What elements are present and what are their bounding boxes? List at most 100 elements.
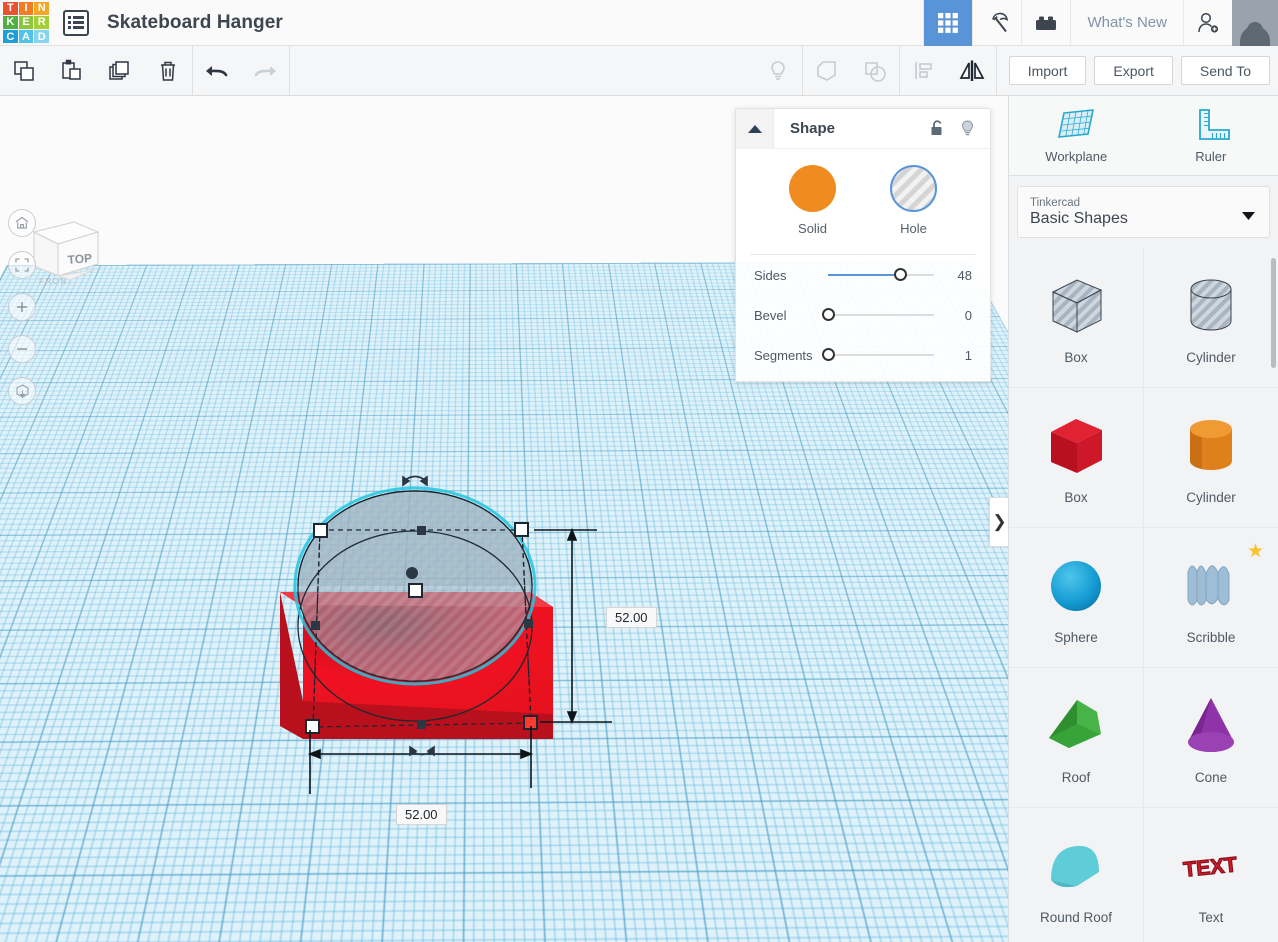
roof-thumb — [1049, 700, 1101, 748]
redo-icon[interactable] — [241, 46, 289, 95]
grid-apps-icon[interactable] — [923, 0, 973, 46]
chevron-down-icon[interactable] — [1242, 208, 1255, 226]
shape-round-roof[interactable]: Round Roof — [1009, 808, 1144, 942]
lego-brick-icon[interactable] — [1021, 0, 1070, 46]
bevel-slider-knob[interactable] — [822, 308, 835, 321]
whats-new-link[interactable]: What's New — [1070, 0, 1183, 46]
delete-trash-icon[interactable] — [144, 46, 192, 95]
shape-box-red[interactable]: Box — [1009, 388, 1144, 528]
shape-mode-group: Solid Hole — [736, 165, 990, 236]
round-roof-thumb — [1051, 845, 1099, 888]
group-icon[interactable] — [803, 46, 851, 95]
ungroup-icon[interactable] — [851, 46, 899, 95]
hole-swatch[interactable] — [890, 165, 937, 212]
home-view-icon[interactable] — [8, 209, 36, 237]
sides-slider-knob[interactable] — [894, 268, 908, 281]
copy-icon[interactable] — [0, 46, 48, 95]
paste-icon[interactable] — [48, 46, 96, 95]
shape-label: Box — [1064, 350, 1088, 365]
logo-tile-i: I — [18, 1, 34, 15]
shape-roof[interactable]: Roof — [1009, 668, 1144, 808]
shape-label: Cylinder — [1186, 350, 1236, 365]
logo-tile-a: A — [18, 30, 34, 44]
top-bar-actions: What's New — [923, 0, 1278, 46]
hole-mode-label: Hole — [900, 221, 927, 236]
ortho-perspective-icon[interactable] — [8, 377, 36, 405]
shape-cone[interactable]: Cone — [1144, 668, 1278, 808]
import-button[interactable]: Import — [1008, 56, 1087, 85]
segments-label: Segments — [754, 347, 813, 363]
shape-panel-body: Solid Hole Sides 48 Bevel 0 Segments 1 — [736, 149, 990, 381]
segments-value[interactable]: 1 — [942, 348, 972, 363]
star-badge-icon: ★ — [1246, 541, 1264, 562]
sides-label: Sides — [754, 267, 787, 283]
unlock-icon[interactable] — [922, 109, 952, 149]
view-cube[interactable]: TOP FRONT — [26, 214, 102, 290]
sides-value[interactable]: 48 — [942, 268, 972, 283]
workplane-tool[interactable]: Workplane — [1009, 96, 1144, 175]
shape-library-select[interactable]: Tinkercad Basic Shapes — [1017, 186, 1270, 238]
shape-panel-title: Shape — [790, 120, 836, 137]
shape-cylinder-hatched[interactable]: Cylinder — [1144, 248, 1278, 388]
logo-tile-c: C — [3, 30, 18, 44]
cylinder-orange-thumb — [1190, 420, 1232, 470]
undo-icon[interactable] — [193, 46, 241, 95]
shape-library-owner: Tinkercad — [1030, 196, 1081, 209]
shape-library-grid[interactable]: Box Cylinder Box Cylinder Sphere ★ Scrib… — [1009, 248, 1278, 942]
scribble-thumb — [1187, 565, 1230, 606]
logo-tile-d: D — [34, 30, 49, 44]
segments-slider[interactable] — [822, 346, 934, 364]
shape-cylinder-orange[interactable]: Cylinder — [1144, 388, 1278, 528]
edit-toolbar: Import Export Send To — [0, 46, 1278, 96]
view-cube-top-label: TOP — [67, 251, 93, 267]
ruler-tool[interactable]: Ruler — [1144, 96, 1278, 175]
shape-box-hatched[interactable]: Box — [1009, 248, 1144, 388]
bevel-value[interactable]: 0 — [942, 308, 972, 323]
shape-label: Round Roof — [1039, 910, 1113, 925]
sides-slider[interactable] — [828, 266, 934, 284]
tinkercad-logo[interactable]: TIN KER CAD — [3, 1, 49, 44]
text-thumb: TEXT — [1182, 853, 1239, 883]
logo-tile-k: K — [3, 15, 18, 30]
hole-mode[interactable]: Hole — [890, 165, 937, 236]
depth-dimension-label[interactable]: 52.00 — [606, 607, 657, 628]
width-dimension-label[interactable]: 52.00 — [396, 804, 447, 825]
mirror-icon[interactable] — [948, 46, 996, 95]
add-person-icon[interactable] — [1183, 0, 1232, 46]
shape-scribble[interactable]: ★ Scribble — [1144, 528, 1278, 668]
solid-mode-label: Solid — [798, 221, 827, 236]
align-icon[interactable] — [900, 46, 948, 95]
logo-tile-r: R — [34, 15, 49, 30]
logo-tile-n: N — [34, 1, 49, 15]
zoom-in-icon[interactable] — [8, 293, 36, 321]
minecraft-pickaxe-icon[interactable] — [972, 0, 1021, 46]
shape-properties-panel: Shape Solid Hole Sides 48 Bevel 0 Segmen… — [735, 108, 991, 382]
sidebar-scrollbar[interactable] — [1271, 258, 1276, 368]
shape-label: Box — [1064, 490, 1088, 505]
solid-mode[interactable]: Solid — [789, 165, 836, 236]
segments-slider-knob[interactable] — [822, 348, 835, 361]
avatar[interactable] — [1232, 0, 1278, 46]
fit-to-view-icon[interactable] — [8, 251, 36, 279]
export-button[interactable]: Export — [1094, 56, 1173, 85]
logo-tile-e: E — [18, 15, 34, 30]
bevel-slider[interactable] — [822, 306, 934, 324]
shape-library-value: Basic Shapes — [1030, 209, 1128, 227]
shape-sphere[interactable]: Sphere — [1009, 528, 1144, 668]
shape-label: Scribble — [1186, 630, 1236, 645]
shapes-sidebar: Workplane Ruler Tinkercad Basic Shapes B… — [1008, 96, 1278, 942]
project-menu-icon[interactable] — [63, 9, 89, 36]
send-to-button[interactable]: Send To — [1180, 56, 1270, 85]
zoom-out-icon[interactable] — [8, 335, 36, 363]
chevron-right-icon[interactable]: ❯ — [989, 497, 1009, 547]
toolbar-divider-2 — [289, 46, 290, 95]
duplicate-icon[interactable] — [96, 46, 144, 95]
chevron-up-icon[interactable] — [736, 108, 774, 149]
toolbar-divider-5 — [995, 46, 997, 95]
lightbulb-icon[interactable] — [754, 46, 802, 95]
shape-text[interactable]: TEXT Text — [1144, 808, 1278, 942]
lightbulb-icon[interactable] — [952, 109, 982, 149]
solid-swatch[interactable] — [789, 165, 836, 212]
box-red-thumb — [1051, 419, 1102, 473]
segments-slider-row: Segments 1 — [736, 335, 990, 375]
